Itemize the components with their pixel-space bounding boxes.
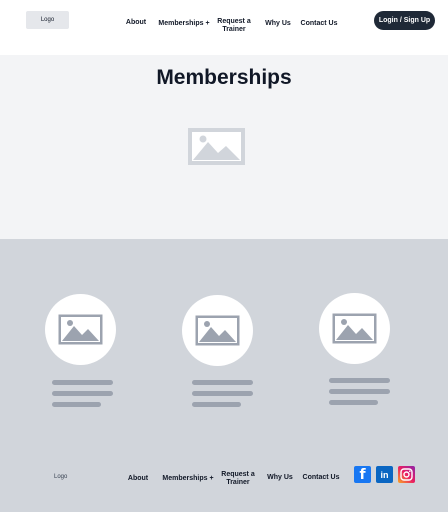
text-placeholder-line — [192, 391, 253, 396]
card-image-circle — [319, 293, 390, 364]
linkedin-icon[interactable]: in — [376, 466, 393, 483]
linkedin-glyph: in — [380, 469, 389, 480]
nav-why-us[interactable]: Why Us — [260, 20, 296, 28]
nav-memberships[interactable]: Memberships + — [157, 20, 211, 28]
nav-about[interactable]: About — [118, 19, 154, 27]
card-image-circle — [182, 295, 253, 366]
text-placeholder-line — [192, 380, 253, 385]
footer-nav-request-trainer[interactable]: Request a Trainer — [218, 471, 258, 487]
footer-nav-why-us[interactable]: Why Us — [263, 474, 297, 482]
card-image-circle — [45, 294, 116, 365]
nav-contact-us[interactable]: Contact Us — [298, 20, 340, 28]
page-title: Memberships — [156, 66, 292, 89]
facebook-glyph: f — [359, 466, 366, 483]
header-logo[interactable]: Logo — [26, 11, 69, 29]
image-placeholder-icon — [58, 314, 103, 345]
footer-nav-about[interactable]: About — [122, 475, 154, 483]
text-placeholder-line — [192, 402, 241, 407]
image-placeholder-icon — [195, 315, 240, 346]
nav-request-trainer[interactable]: Request a Trainer — [214, 18, 254, 34]
text-placeholder-line — [52, 402, 101, 407]
instagram-icon[interactable] — [398, 466, 415, 483]
text-placeholder-line — [52, 380, 113, 385]
site-header: Logo About Memberships + Request a Train… — [0, 0, 448, 55]
text-placeholder-line — [329, 389, 390, 394]
footer-nav-memberships[interactable]: Memberships + — [161, 475, 215, 483]
instagram-glyph — [400, 468, 413, 481]
login-signup-button[interactable]: Login / Sign Up — [374, 11, 435, 30]
footer-nav-contact-us[interactable]: Contact Us — [300, 474, 342, 482]
text-placeholder-line — [329, 400, 378, 405]
hero-section: Memberships — [0, 55, 448, 239]
image-placeholder-icon — [332, 313, 377, 344]
text-placeholder-line — [52, 391, 113, 396]
image-placeholder-icon — [188, 128, 245, 165]
footer-logo[interactable]: Logo — [54, 474, 67, 480]
facebook-icon[interactable]: f — [354, 466, 371, 483]
text-placeholder-line — [329, 378, 390, 383]
